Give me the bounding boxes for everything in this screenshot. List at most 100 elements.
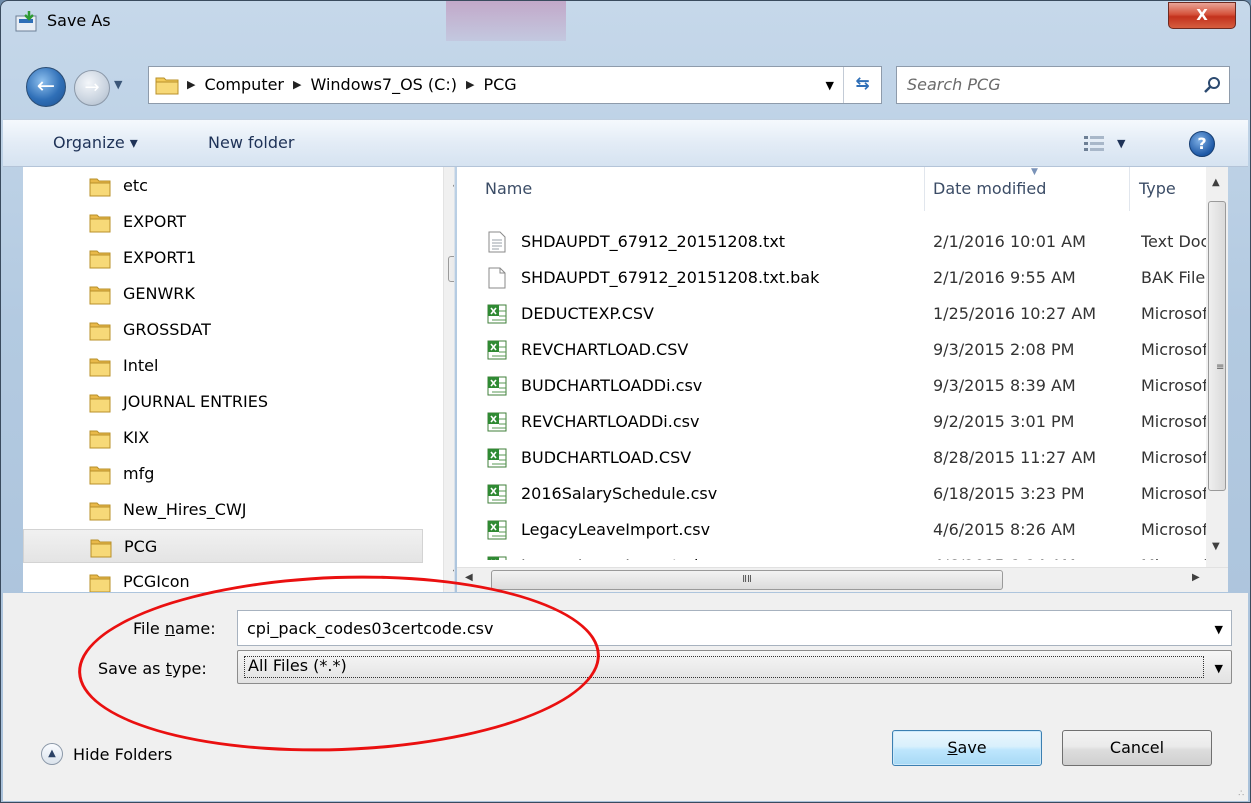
excel-file-icon	[487, 340, 507, 360]
resize-grip-icon[interactable]: ∴	[1238, 790, 1244, 799]
nav-folder-item[interactable]: PCGIcon	[23, 565, 423, 592]
file-name-cell: DEDUCTEXP.CSV	[521, 304, 654, 323]
file-row[interactable]: LegacyLeaveImport.csv 4/6/2015 8:26 AM Mic…	[457, 512, 1217, 548]
breadcrumb-separator-icon[interactable]: ▶	[187, 78, 195, 91]
close-button[interactable]: X	[1168, 2, 1236, 29]
file-row[interactable]: REVCHARTLOAD.CSV 9/3/2015 2:08 PM Microsof…	[457, 332, 1217, 368]
column-header-name[interactable]: Name	[485, 167, 532, 211]
folder-icon	[89, 430, 111, 449]
breadcrumb-separator-icon[interactable]: ▶	[466, 78, 474, 91]
nav-scroll-thumb[interactable]	[448, 256, 454, 282]
file-name-label-text-end: ame:	[175, 619, 216, 638]
nav-folder-label: New_Hires_CWJ	[123, 500, 247, 519]
breadcrumb-computer[interactable]: Computer	[204, 75, 284, 94]
scroll-up-icon[interactable]: ▲	[1212, 177, 1220, 188]
history-dropdown-icon[interactable]: ▼	[114, 78, 122, 91]
hide-folders-button[interactable]: ▲ Hide Folders	[41, 743, 172, 765]
excel-file-icon	[487, 520, 507, 540]
nav-folder-label: JOURNAL ENTRIES	[123, 392, 269, 411]
navigation-pane: etc EXPORT EXPORT1 GENWRK GROSSDAT Intel JOURN…	[23, 167, 455, 592]
file-name-cell: SHDAUPDT_67912_20151208.txt	[521, 232, 786, 251]
file-row[interactable]: BUDCHARTLOAD.CSV 8/28/2015 11:27 AM Micros…	[457, 440, 1217, 476]
file-name-dropdown-icon[interactable]: ▼	[1215, 623, 1223, 636]
scroll-left-icon[interactable]: ◀	[465, 572, 473, 583]
save-button[interactable]: Save	[892, 730, 1042, 766]
organize-menu-button[interactable]: Organize ▾	[53, 133, 138, 152]
file-type-cell: Microsoft	[1141, 448, 1211, 467]
back-button[interactable]: ←	[26, 67, 66, 107]
breadcrumb-separator-icon[interactable]: ▶	[293, 78, 301, 91]
scroll-up-icon[interactable]: ▲	[453, 175, 454, 188]
column-divider[interactable]	[1129, 167, 1130, 211]
horizontal-scroll-thumb[interactable]: ⅡⅡ	[491, 570, 1003, 590]
file-row[interactable]: DEDUCTEXP.CSV 1/25/2016 10:27 AM Microsoft	[457, 296, 1217, 332]
nav-vertical-scrollbar[interactable]: ▲ ▼	[443, 167, 454, 592]
collapse-up-icon: ▲	[41, 743, 63, 765]
nav-folder-item[interactable]: Intel	[23, 349, 423, 383]
file-vertical-scrollbar[interactable]: ▲ ≡ ▼	[1206, 167, 1228, 567]
nav-folder-item[interactable]: EXPORT	[23, 205, 423, 239]
file-date-cell: 9/3/2015 2:08 PM	[933, 340, 1075, 359]
search-icon[interactable]	[1203, 76, 1221, 94]
scroll-down-icon[interactable]: ▼	[1212, 541, 1220, 552]
nav-folder-label: EXPORT	[123, 212, 187, 231]
nav-folder-label: etc	[123, 176, 148, 195]
new-folder-button[interactable]: New folder	[208, 133, 294, 152]
view-options-icon[interactable]	[1083, 134, 1105, 152]
scroll-right-icon[interactable]: ▶	[1192, 572, 1200, 583]
forward-button[interactable]: →	[74, 70, 110, 106]
file-horizontal-scrollbar[interactable]: ◀ ⅡⅡ ▶	[457, 567, 1228, 592]
save-form: File name: ▼ Save as type: All Files (*.…	[3, 593, 1248, 801]
excel-file-icon	[487, 484, 507, 504]
nav-folder-item[interactable]: GENWRK	[23, 277, 423, 311]
nav-folder-item[interactable]: JOURNAL ENTRIES	[23, 385, 423, 419]
nav-folder-item[interactable]: etc	[23, 169, 423, 203]
nav-folder-item[interactable]: mfg	[23, 457, 423, 491]
nav-folder-item[interactable]: PCG	[23, 529, 423, 563]
excel-file-icon	[487, 448, 507, 468]
file-name-input[interactable]	[238, 611, 1198, 645]
folder-icon	[155, 77, 179, 95]
hide-folders-label: Hide Folders	[73, 744, 173, 764]
nav-folder-item[interactable]: KIX	[23, 421, 423, 455]
search-box[interactable]: Search PCG	[896, 66, 1230, 104]
column-header-date-modified[interactable]: Date modified	[933, 167, 1046, 211]
breadcrumb-drive[interactable]: Windows7_OS (C:)	[310, 75, 456, 94]
cancel-button[interactable]: Cancel	[1062, 730, 1212, 766]
file-row[interactable]: BUDCHARTLOADDi.csv 9/3/2015 8:39 AM Micros…	[457, 368, 1217, 404]
breadcrumb-pcg[interactable]: PCG	[483, 75, 516, 94]
nav-folder-label: Intel	[123, 356, 159, 375]
title-bar[interactable]: Save As X	[1, 1, 1250, 41]
file-date-cell: 4/6/2015 8:26 AM	[933, 520, 1076, 539]
file-type-cell: Microsoft	[1141, 376, 1211, 395]
blank-file-icon	[488, 267, 506, 289]
nav-folder-item[interactable]: EXPORT1	[23, 241, 423, 275]
view-dropdown-icon[interactable]: ▼	[1117, 137, 1125, 150]
refresh-button[interactable]: ⇆	[843, 67, 881, 103]
address-bar[interactable]: ▶ Computer ▶ Windows7_OS (C:) ▶ PCG ▼ ⇆	[148, 66, 882, 104]
save-as-icon	[15, 11, 37, 32]
file-name-label: File name:	[133, 619, 216, 638]
help-button[interactable]: ?	[1189, 131, 1215, 157]
file-name-cell: REVCHARTLOADDi.csv	[521, 412, 700, 431]
address-dropdown-icon[interactable]: ▼	[826, 79, 834, 92]
file-row[interactable]: 2016SalarySchedule.csv 6/18/2015 3:23 PM M…	[457, 476, 1217, 512]
column-divider[interactable]	[924, 167, 925, 211]
folder-icon	[89, 358, 111, 377]
scroll-down-icon[interactable]: ▼	[453, 567, 454, 580]
file-row[interactable]: REVCHARTLOADDi.csv 9/2/2015 3:01 PM Micros…	[457, 404, 1217, 440]
file-row[interactable]: SHDAUPDT_67912_20151208.txt 2/1/2016 10:0…	[457, 224, 1217, 260]
file-name-field[interactable]: ▼	[237, 610, 1232, 646]
file-scroll-thumb[interactable]: ≡	[1208, 201, 1226, 491]
save-as-type-dropdown-icon[interactable]: ▼	[1215, 662, 1223, 675]
save-as-type-select[interactable]: All Files (*.*) ▼	[237, 650, 1232, 684]
file-name-cell: BUDCHARTLOADDi.csv	[521, 376, 703, 395]
nav-folder-item[interactable]: New_Hires_CWJ	[23, 493, 423, 527]
file-type-cell: Text Doc	[1141, 232, 1210, 251]
file-name-cell: BUDCHARTLOAD.CSV	[521, 448, 692, 467]
column-header-type[interactable]: Type	[1139, 167, 1176, 211]
file-row[interactable]: SHDAUPDT_67912_20151208.txt.bak 2/1/2016 …	[457, 260, 1217, 296]
file-list: Name ▼ Date modified Type SHDAUPDT_67912…	[457, 167, 1228, 592]
file-name-label-accel: n	[164, 619, 175, 638]
nav-folder-item[interactable]: GROSSDAT	[23, 313, 423, 347]
